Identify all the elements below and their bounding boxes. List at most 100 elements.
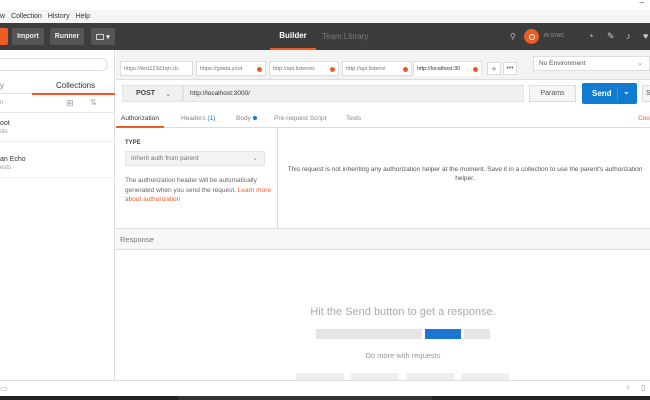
request-url-bar: POST ⌄ http://localhost:3000/ Params Sen… [116, 80, 650, 108]
placeholder-bar [316, 329, 422, 339]
empty-response-message: Hit the Send button to get a response. [310, 306, 496, 318]
environment-select-value: No Environment [539, 60, 586, 67]
request-tab-label: https://test123d1qn.clc [124, 65, 180, 72]
tab-headers[interactable]: Headers (1) [181, 115, 215, 122]
response-label: Response [120, 235, 154, 244]
sidebar-tabs: y Collections [0, 75, 115, 94]
method-select[interactable]: POST ⌄ [122, 85, 183, 102]
sync-status-icon[interactable] [524, 29, 539, 44]
sidebar-toggle-icon[interactable]: ▭ [0, 384, 8, 393]
unsaved-dot-icon [257, 67, 262, 72]
sidebar-toolbar: n ⊞ ⇅ [0, 95, 115, 113]
send-label: Send [592, 89, 612, 98]
sidebar-toolbar-label: n [0, 100, 4, 106]
menu-item-history[interactable]: History [48, 13, 70, 20]
request-tab-active[interactable]: http://localhost:30 [413, 61, 482, 76]
collection-item[interactable]: oot sts [0, 114, 115, 142]
status-bar: ▭ ♀ ▯ [0, 380, 650, 396]
tab-authorization[interactable]: Authorization [121, 115, 159, 122]
collection-name: oot [0, 120, 10, 127]
tab-headers-label: Headers [181, 115, 206, 122]
request-tab-label: http://api.listenvic [273, 65, 316, 72]
builder-tab[interactable]: Builder [270, 23, 316, 50]
menu-item-collection[interactable]: Collection [11, 13, 42, 20]
import-button[interactable]: Import [12, 28, 44, 45]
app-header: Import Runner ▾ Builder Team Library ⚲ I… [0, 23, 650, 50]
auth-type-label: TYPE [125, 140, 141, 146]
save-button[interactable]: S [642, 85, 650, 102]
menu-item-window[interactable]: w [0, 13, 5, 20]
tab-body-label: Body [236, 115, 251, 122]
request-tab[interactable]: http://api.listenvic [269, 61, 339, 76]
auth-type-value: Inherit auth from parent [131, 155, 199, 162]
headers-count: (1) [207, 115, 216, 122]
request-subtabs: Authorization Headers (1) Body Pre-reque… [116, 110, 650, 128]
os-taskbar [0, 396, 650, 400]
params-button[interactable]: Params [529, 85, 576, 102]
body-dot-icon [252, 116, 257, 121]
do-more-heading: Do more with requests [365, 351, 441, 360]
new-tab-button[interactable]: + [487, 62, 501, 75]
unsaved-dot-icon [330, 67, 335, 72]
request-tab-label: http://localhost:30 [417, 65, 461, 72]
chevron-down-icon: ⌄ [165, 90, 171, 98]
chevron-down-icon: ⌄ [252, 155, 258, 162]
request-tab[interactable]: https://test123d1qn.clc [120, 61, 193, 76]
placeholder-bar [464, 329, 490, 339]
send-button[interactable]: Send ⌄ [582, 83, 637, 104]
menu-bar: w Collection History Help [0, 10, 650, 23]
collection-name: an Echo [0, 156, 26, 163]
tab-collections[interactable]: Collections [56, 81, 95, 90]
auth-type-select[interactable]: Inherit auth from parent ⌄ [125, 151, 265, 166]
more-tabs-button[interactable]: ••• [503, 62, 517, 75]
method-value: POST [136, 90, 156, 97]
lightbulb-icon[interactable]: ♀ [625, 383, 631, 392]
runner-button[interactable]: Runner [50, 28, 84, 45]
unsaved-dot-icon [473, 67, 478, 72]
environment-select[interactable]: No Environment ⌄ [533, 56, 650, 71]
minimize-button[interactable]: – [640, 0, 644, 7]
window-icon [96, 33, 105, 40]
notifications-bell-icon[interactable]: ♪ [626, 31, 631, 41]
request-tab[interactable]: https://gdata.yout [196, 61, 266, 76]
sidebar-search-input[interactable] [0, 58, 108, 71]
new-window-button[interactable]: ▾ [91, 28, 115, 45]
url-input[interactable]: http://localhost:3000/ [183, 85, 524, 102]
tab-tests[interactable]: Tests [346, 115, 361, 122]
chevron-down-icon: ⌄ [637, 60, 643, 67]
title-bar: – [0, 0, 650, 10]
request-tab-label: http://api.listenvi [346, 65, 386, 72]
request-tabs-bar: https://test123d1qn.clc https://gdata.yo… [116, 50, 650, 80]
sort-icon[interactable]: ⇅ [90, 98, 97, 107]
cookies-link[interactable]: Coo [638, 115, 650, 122]
satellite-icon[interactable]: ⚲ [510, 32, 519, 41]
request-tab-label: https://gdata.yout [200, 65, 243, 72]
menu-item-help[interactable]: Help [76, 13, 90, 20]
layout-icon[interactable]: ▯ [641, 383, 645, 392]
collection-request-count: ests [0, 165, 12, 171]
interceptor-icon[interactable]: ◔ [588, 31, 593, 41]
settings-wrench-icon[interactable]: ✎ [607, 31, 615, 42]
auth-inherit-message: This request is not inheriting any autho… [287, 166, 643, 182]
response-header: Response [116, 228, 650, 250]
tab-history[interactable]: y [0, 81, 4, 90]
auth-description: The authorization header will be automat… [125, 176, 271, 205]
request-tab[interactable]: http://api.listenvi [342, 61, 412, 76]
sidebar: y Collections n ⊞ ⇅ oot sts an Echo ests [0, 50, 115, 380]
team-library-tab[interactable]: Team Library [322, 23, 368, 50]
placeholder-bar-highlight [425, 329, 461, 339]
send-divider [617, 87, 618, 100]
collection-item[interactable]: an Echo ests [0, 150, 115, 178]
tab-body[interactable]: Body [236, 115, 257, 122]
new-button[interactable] [0, 28, 8, 45]
unsaved-dot-icon [403, 67, 408, 72]
heart-icon[interactable]: ♥ [643, 31, 648, 41]
url-value: http://localhost:3000/ [190, 90, 250, 97]
chevron-down-icon[interactable]: ⌄ [623, 87, 630, 96]
auth-type-panel: TYPE Inherit auth from parent ⌄ The auth… [116, 128, 278, 228]
tab-prerequest-script[interactable]: Pre-request Script [274, 115, 326, 122]
new-collection-icon[interactable]: ⊞ [66, 98, 74, 109]
chevron-down-icon: ▾ [106, 33, 110, 41]
sync-status-label: IN SYNC [544, 33, 565, 39]
collection-request-count: sts [0, 129, 8, 135]
